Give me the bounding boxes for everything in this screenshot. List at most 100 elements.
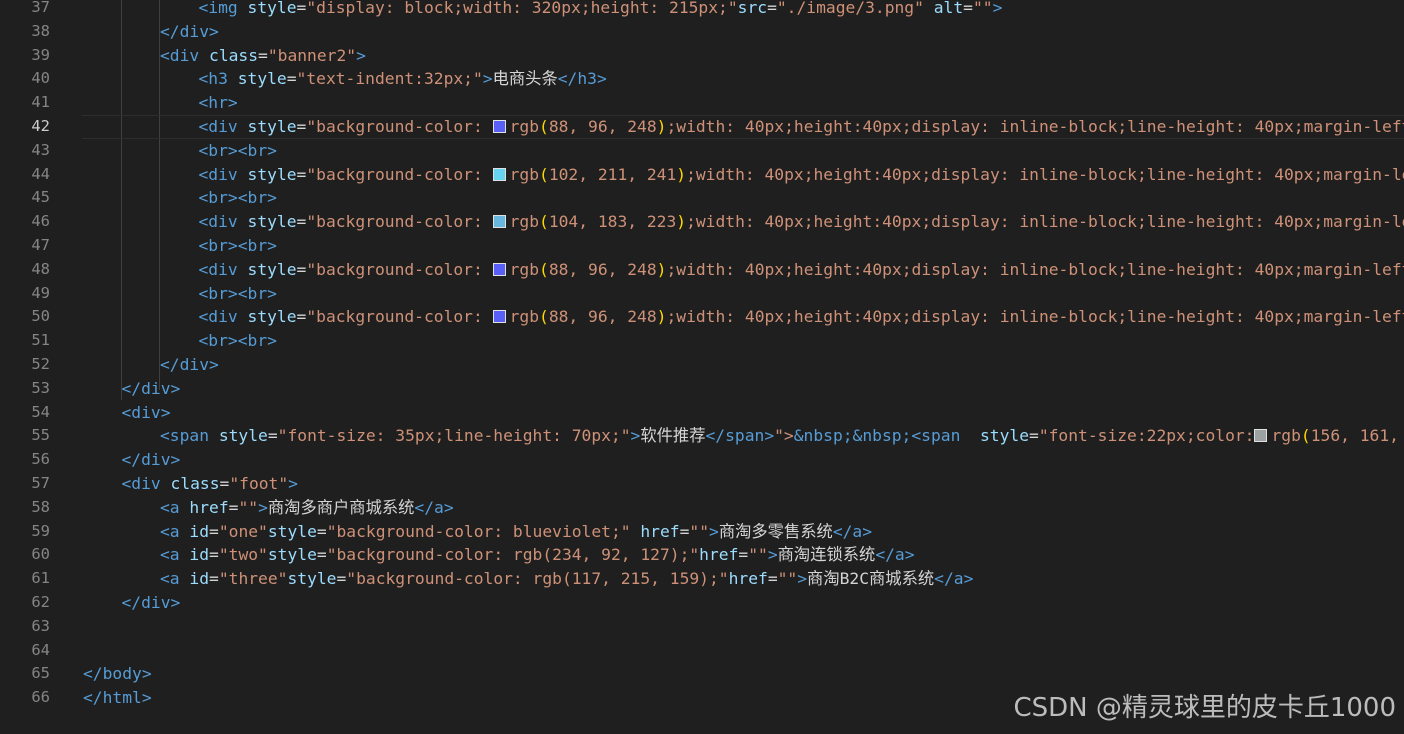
color-swatch[interactable] bbox=[492, 167, 506, 181]
code-text[interactable]: <div class="foot"> bbox=[122, 472, 298, 496]
code-token: = bbox=[679, 521, 690, 541]
code-token: 软件推荐 bbox=[640, 426, 706, 446]
code-text[interactable]: <a href="">商淘多商户商城系统</a> bbox=[160, 496, 454, 520]
code-token: style bbox=[218, 426, 268, 446]
color-swatch[interactable] bbox=[492, 120, 506, 133]
code-token: </html> bbox=[83, 688, 152, 708]
code-line[interactable]: 50 <div style="background-color: rgb(88, … bbox=[0, 305, 1404, 329]
code-token: "background-color: bbox=[306, 307, 493, 327]
code-token: <span bbox=[160, 426, 219, 446]
code-token: alt bbox=[933, 0, 964, 17]
code-text[interactable]: <div style="background-color: rgb(104, 1… bbox=[199, 210, 1404, 234]
code-text[interactable]: <span style="font-size: 35px;line-height… bbox=[160, 424, 1404, 448]
code-token: rgb bbox=[509, 307, 540, 327]
code-line[interactable]: 46 <div style="background-color: rgb(104,… bbox=[0, 210, 1404, 234]
watermark: CSDN @精灵球里的皮卡丘1000 bbox=[1013, 693, 1396, 723]
code-text[interactable]: </div> bbox=[160, 20, 219, 44]
code-token: </a> bbox=[934, 569, 974, 589]
code-token: <a bbox=[160, 497, 190, 517]
code-token: rgb bbox=[1271, 426, 1301, 446]
code-line[interactable]: 56 </div> bbox=[0, 448, 1404, 472]
code-line[interactable]: 49 <br><br> bbox=[0, 282, 1404, 306]
code-token: "" bbox=[972, 0, 993, 17]
code-token: style bbox=[287, 569, 337, 589]
code-line[interactable]: 51 <br><br> bbox=[0, 329, 1404, 353]
code-line[interactable]: 40 <h3 style="text-indent:32px;">电商头条</h3… bbox=[0, 67, 1404, 91]
code-text[interactable]: <div style="background-color: rgb(88, 96… bbox=[199, 305, 1404, 329]
code-token: <div bbox=[198, 212, 248, 232]
color-swatch[interactable] bbox=[492, 215, 506, 229]
code-token: = bbox=[209, 569, 219, 589]
code-line[interactable]: 54 <div> bbox=[0, 401, 1404, 425]
code-text[interactable]: <h3 style="text-indent:32px;">电商头条</h3> bbox=[199, 67, 607, 91]
code-token: = bbox=[267, 426, 278, 446]
code-line[interactable]: 64 bbox=[0, 639, 1404, 663]
code-token: &nbsp;&nbsp; bbox=[793, 426, 912, 446]
code-text[interactable]: </div> bbox=[122, 448, 181, 472]
code-text[interactable]: <div style="background-color: rgb(102, 2… bbox=[199, 163, 1404, 187]
code-text[interactable]: <br><br> bbox=[199, 234, 277, 258]
code-text[interactable]: <a id="two"style="background-color: rgb(… bbox=[160, 543, 915, 567]
code-text[interactable]: <hr> bbox=[199, 91, 238, 115]
code-line[interactable]: 57 <div class="foot"> bbox=[0, 472, 1404, 496]
code-line[interactable]: 48 <div style="background-color: rgb(88, … bbox=[0, 258, 1404, 282]
code-text[interactable]: <img style="display: block;width: 320px;… bbox=[199, 0, 1003, 20]
code-line[interactable]: 41 <hr> bbox=[0, 91, 1404, 115]
code-token: = bbox=[316, 521, 327, 541]
line-number: 66 bbox=[31, 688, 50, 707]
line-number: 53 bbox=[31, 378, 50, 397]
code-text[interactable]: </div> bbox=[122, 377, 181, 401]
code-line[interactable]: 61 <a id="three"style="background-color: … bbox=[0, 567, 1404, 591]
line-number: 41 bbox=[31, 93, 50, 112]
code-line[interactable]: 65 </body> bbox=[0, 662, 1404, 686]
code-token: <br><br> bbox=[198, 331, 277, 351]
code-line[interactable]: 39 <div class="banner2"> bbox=[0, 44, 1404, 68]
code-token: <br><br> bbox=[198, 283, 277, 303]
color-swatch[interactable] bbox=[492, 310, 506, 324]
code-text[interactable]: <div style="background-color: rgb(88, 96… bbox=[199, 258, 1404, 282]
code-text[interactable]: <div> bbox=[122, 401, 171, 425]
code-line[interactable]: 52 </div> bbox=[0, 353, 1404, 377]
code-line[interactable]: 38 </div> bbox=[0, 20, 1404, 44]
code-token: <h3 bbox=[198, 69, 238, 89]
code-text[interactable]: </div> bbox=[160, 353, 219, 377]
code-line[interactable]: 55 <span style="font-size: 35px;line-heig… bbox=[0, 424, 1404, 448]
code-line[interactable]: 62 </div> bbox=[0, 591, 1404, 615]
code-line[interactable]: 37 <img style="display: block;width: 320p… bbox=[0, 0, 1404, 20]
code-token: <img bbox=[198, 0, 248, 17]
code-line[interactable]: 42 <div style="background-color: rgb(88, … bbox=[0, 115, 1404, 139]
code-line[interactable]: 59 <a id="one"style="background-color: bl… bbox=[0, 520, 1404, 544]
code-line[interactable]: 63 bbox=[0, 615, 1404, 639]
code-text[interactable]: <br><br> bbox=[199, 282, 277, 306]
code-token: <div bbox=[121, 474, 171, 493]
code-token: "" bbox=[238, 497, 259, 517]
code-text[interactable]: <div style="background-color: rgb(88, 96… bbox=[199, 115, 1404, 139]
code-line[interactable]: 45 <br><br> bbox=[0, 186, 1404, 210]
code-token: 商淘B2C商城系统 bbox=[807, 569, 935, 589]
code-text[interactable]: </body> bbox=[83, 662, 152, 686]
code-text[interactable]: </html> bbox=[83, 686, 152, 710]
code-line[interactable]: 58 <a href="">商淘多商户商城系统</a> bbox=[0, 496, 1404, 520]
code-token: = bbox=[219, 474, 230, 493]
code-text[interactable]: <br><br> bbox=[199, 329, 277, 353]
code-text[interactable]: <br><br> bbox=[199, 186, 277, 210]
line-number: 60 bbox=[31, 545, 50, 564]
code-line[interactable]: 43 <br><br> bbox=[0, 139, 1404, 163]
code-text[interactable]: <div class="banner2"> bbox=[160, 44, 366, 68]
code-text[interactable]: <br><br> bbox=[199, 139, 277, 163]
color-swatch[interactable] bbox=[492, 262, 506, 276]
code-line[interactable]: 44 <div style="background-color: rgb(102,… bbox=[0, 163, 1404, 187]
code-text[interactable]: </div> bbox=[122, 591, 181, 615]
code-text[interactable]: <a id="three"style="background-color: rg… bbox=[160, 567, 973, 591]
line-number: 62 bbox=[31, 593, 50, 611]
code-line[interactable]: 47 <br><br> bbox=[0, 234, 1404, 258]
line-number: 54 bbox=[31, 402, 50, 421]
code-token: <div bbox=[198, 164, 248, 184]
code-editor[interactable]: 37 <img style="display: block;width: 320p… bbox=[0, 0, 1404, 734]
code-token: "background-color: bbox=[306, 259, 493, 279]
code-line[interactable]: 60 <a id="two"style="background-color: rg… bbox=[0, 543, 1404, 567]
code-text[interactable]: <a id="one"style="background-color: blue… bbox=[160, 520, 872, 544]
code-token: 88, 96, 248 bbox=[548, 117, 657, 136]
color-swatch[interactable] bbox=[1254, 429, 1268, 443]
code-line[interactable]: 53 </div> bbox=[0, 377, 1404, 401]
